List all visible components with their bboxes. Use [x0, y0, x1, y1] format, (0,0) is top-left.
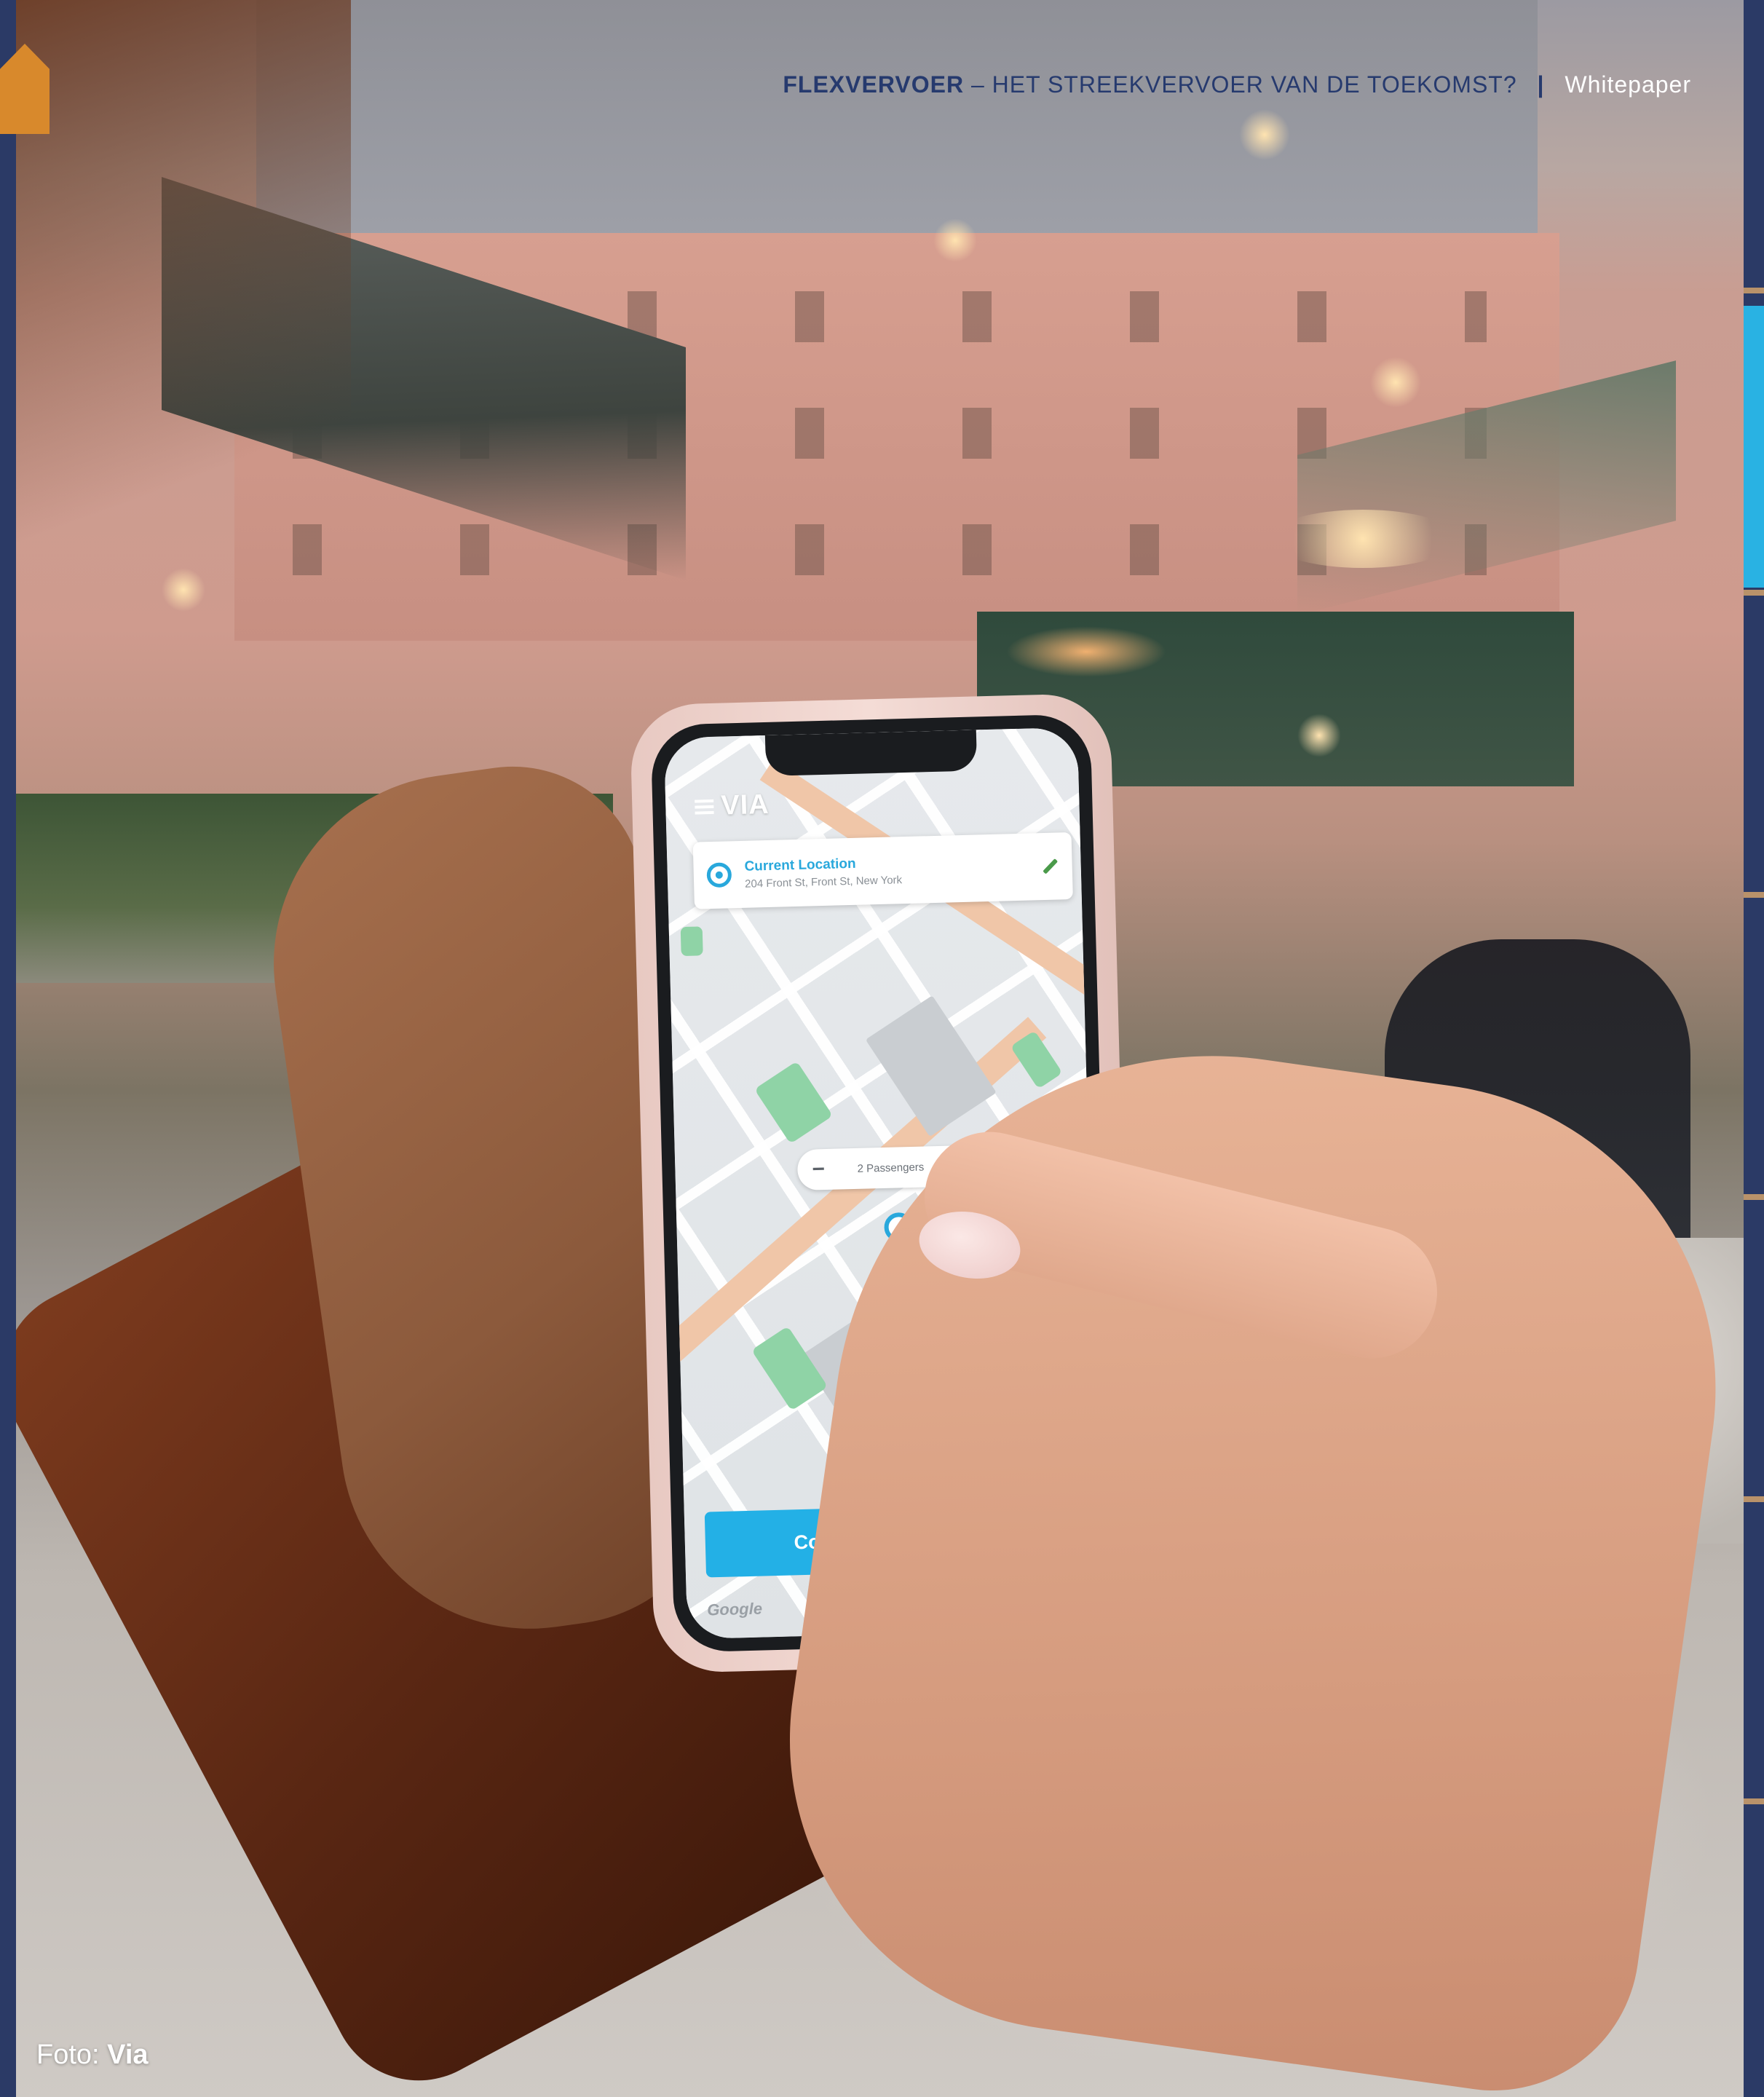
map-park: [754, 1061, 834, 1144]
bokeh-light: [1370, 357, 1421, 408]
bokeh-light: [933, 218, 977, 262]
credit-prefix: Foto:: [36, 2039, 100, 2070]
edit-pencil-icon[interactable]: [1043, 858, 1059, 874]
location-target-icon: [706, 862, 732, 888]
phone-notch: [764, 730, 978, 776]
chapter-tab[interactable]: [1744, 1194, 1764, 1496]
cover-photo: VIA Current Location 204 Front St, Front…: [16, 0, 1744, 2097]
menu-icon[interactable]: [695, 799, 714, 815]
header-title-bold: FLEXVERVOER: [783, 71, 965, 98]
background-roof: [256, 0, 1538, 240]
map-park: [680, 926, 703, 957]
shop-sign: [1006, 626, 1166, 677]
left-edge-strip: [0, 0, 16, 2097]
bokeh-light: [1239, 109, 1290, 160]
bokeh-light: [1297, 714, 1341, 757]
chapter-tab[interactable]: [1744, 1496, 1764, 1798]
bokeh-light: [1268, 510, 1458, 568]
minus-button[interactable]: −: [812, 1157, 825, 1181]
map-attribution: Google: [706, 1599, 763, 1619]
chapter-tab[interactable]: [1744, 892, 1764, 1194]
map-building: [865, 995, 997, 1137]
photo-credit: Foto: Via: [36, 2039, 149, 2071]
passenger-count: 2 Passengers: [857, 1160, 925, 1175]
via-logo: VIA: [720, 789, 770, 821]
header-separator: |: [1537, 71, 1545, 98]
chapter-tab-active[interactable]: [1744, 300, 1764, 588]
header-title-rest: – HET STREEKVERVOER VAN DE TOEKOMST?: [970, 71, 1517, 98]
header-doc-type: Whitepaper: [1565, 71, 1691, 98]
credit-source: Via: [107, 2039, 149, 2070]
chapter-tab[interactable]: [1744, 1798, 1764, 2097]
current-location-card[interactable]: Current Location 204 Front St, Front St,…: [692, 832, 1073, 909]
location-text: Current Location 204 Front St, Front St,…: [744, 851, 1029, 890]
bokeh-light: [162, 568, 205, 612]
chapter-tab[interactable]: [1744, 590, 1764, 892]
running-header: FLEXVERVOER – HET STREEKVERVOER VAN DE T…: [783, 71, 1691, 98]
sleeve-top: [16, 0, 351, 568]
app-header: VIA: [695, 789, 770, 823]
